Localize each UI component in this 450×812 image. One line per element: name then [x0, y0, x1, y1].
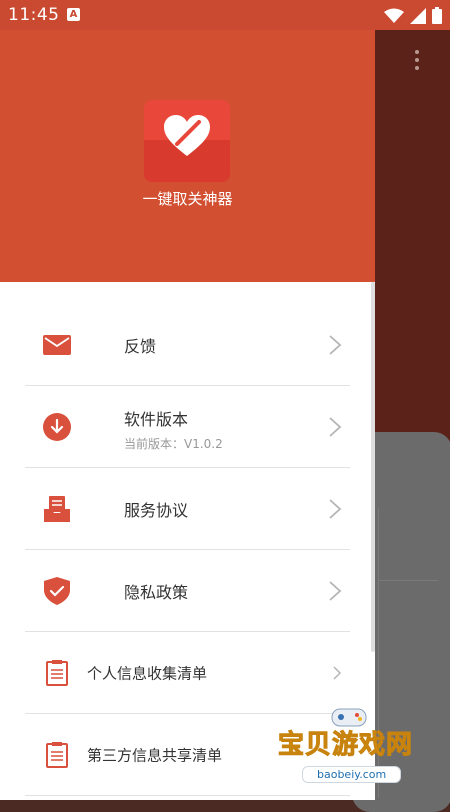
- watermark-url: baobeiy.com: [302, 766, 402, 783]
- menu-item-version[interactable]: 软件版本 当前版本：V1.0.2: [25, 386, 350, 468]
- list-document-icon: [42, 740, 72, 770]
- inbox-document-icon: [42, 494, 72, 524]
- chevron-right-icon: [329, 416, 342, 437]
- menu-label: 反馈: [124, 336, 157, 356]
- menu-item-service-agreement[interactable]: 服务协议: [25, 468, 350, 550]
- app-name: 一键取关神器: [142, 190, 233, 208]
- menu-item-feedback[interactable]: 反馈: [25, 304, 350, 386]
- notification-icon: A: [67, 8, 80, 21]
- list-document-icon: [42, 658, 72, 688]
- version-text: 当前版本：V1.0.2: [124, 437, 223, 451]
- chevron-right-icon: [333, 665, 342, 680]
- wifi-icon: [384, 8, 404, 23]
- battery-icon: [432, 7, 442, 24]
- watermark: 宝贝游戏网 baobeiy.com: [272, 704, 440, 788]
- status-time: 11:45: [8, 5, 60, 25]
- menu-item-personal-info-list[interactable]: 个人信息收集清单: [25, 632, 350, 714]
- signal-icon: [410, 7, 426, 24]
- chevron-right-icon: [329, 334, 342, 355]
- drawer-header: 一键取关神器: [0, 0, 375, 282]
- menu-label: 个人信息收集清单: [87, 664, 208, 682]
- mail-icon: [42, 330, 72, 360]
- background-card-line: [378, 580, 438, 581]
- menu-label: 第三方信息共享清单: [87, 746, 223, 764]
- status-icons: [384, 7, 442, 24]
- more-options-icon[interactable]: [414, 50, 420, 74]
- menu-label: 软件版本: [124, 410, 189, 429]
- menu-item-privacy-policy[interactable]: 隐私政策: [25, 550, 350, 632]
- shield-check-icon: [42, 576, 72, 606]
- heart-icon: [164, 115, 210, 156]
- app-logo: [144, 100, 230, 182]
- download-icon: [42, 412, 72, 442]
- menu-label: 隐私政策: [124, 582, 189, 602]
- watermark-text: 宝贝游戏网: [277, 730, 414, 761]
- menu-label: 服务协议: [124, 500, 189, 520]
- chevron-right-icon: [329, 498, 342, 519]
- status-bar: 11:45 A: [0, 0, 450, 30]
- chevron-right-icon: [329, 580, 342, 601]
- navigation-drawer: 一键取关神器 反馈 软件版本 当前版本：V1.0.2 服务协议 隐私政策 个人信…: [0, 0, 375, 800]
